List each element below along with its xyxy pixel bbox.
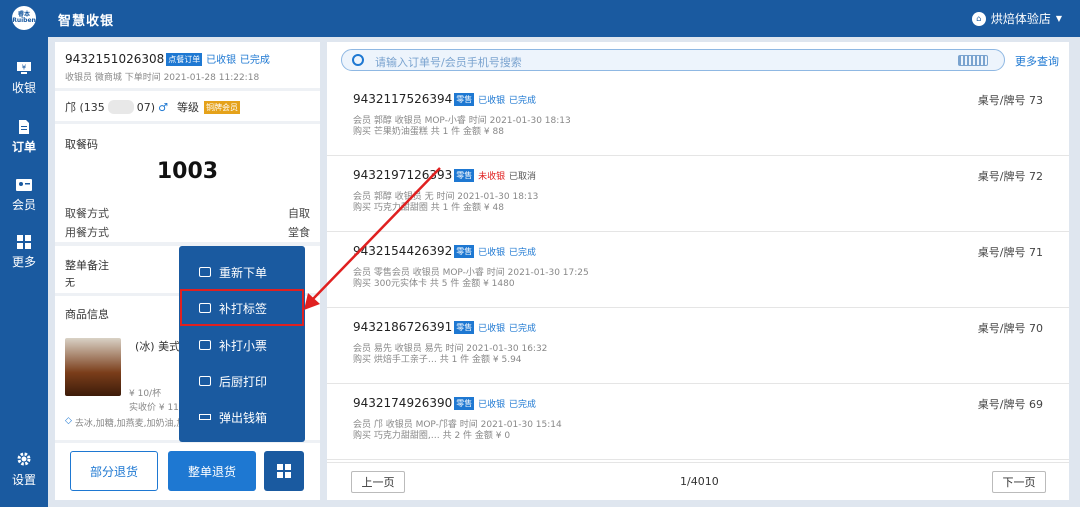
annotation-arrow xyxy=(304,167,441,310)
